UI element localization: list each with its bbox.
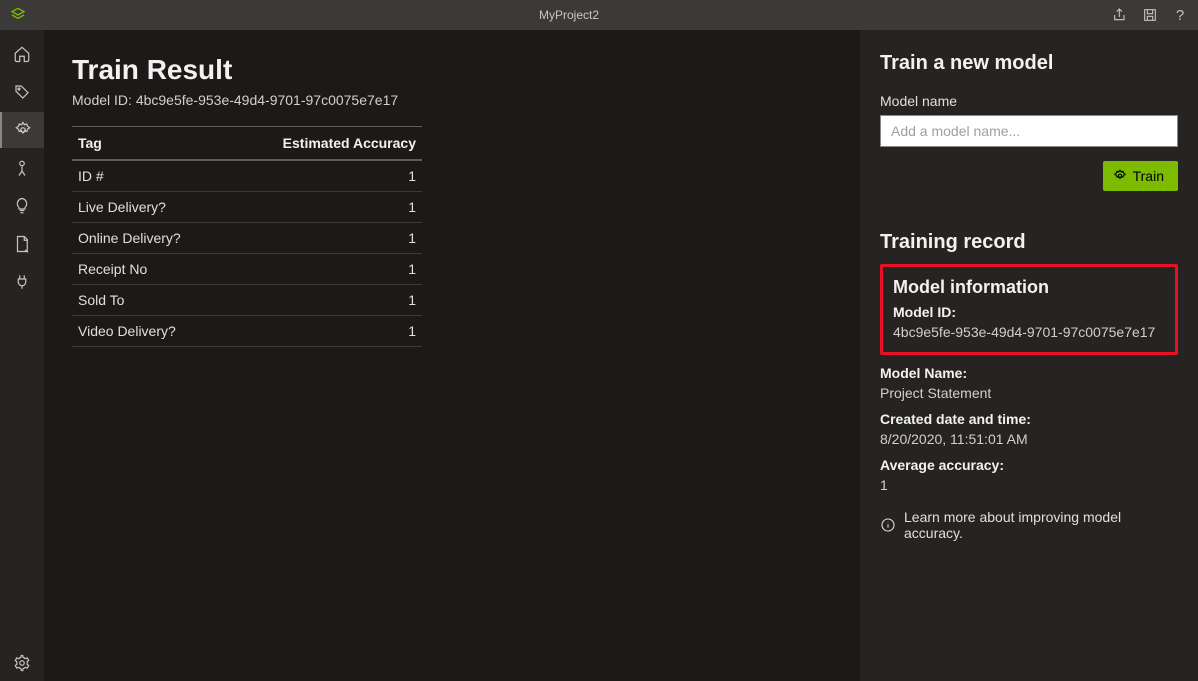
table-row: Sold To1 — [72, 285, 422, 316]
training-record-title: Training record — [880, 231, 1178, 254]
model-name-input[interactable] — [880, 115, 1178, 147]
learn-more-text: Learn more about improving model accurac… — [904, 509, 1178, 541]
sidebar — [0, 30, 44, 681]
cell-tag: Live Delivery? — [72, 192, 226, 223]
model-name-kv-label: Model Name: — [880, 365, 1178, 381]
plug-icon — [13, 273, 31, 291]
cell-tag: Online Delivery? — [72, 223, 226, 254]
avg-accuracy-value: 1 — [880, 477, 1178, 493]
gear-badge-icon — [1113, 169, 1127, 183]
cell-tag: ID # — [72, 160, 226, 192]
sidebar-item-settings[interactable] — [0, 645, 44, 681]
model-id-prefix: Model ID: — [72, 92, 136, 108]
tag-icon — [13, 83, 31, 101]
model-id-line: Model ID: 4bc9e5fe-953e-49d4-9701-97c007… — [72, 92, 832, 108]
created-value: 8/20/2020, 11:51:01 AM — [880, 431, 1178, 447]
lightbulb-icon — [13, 197, 31, 215]
train-button[interactable]: Train — [1103, 161, 1178, 191]
sidebar-item-home[interactable] — [0, 36, 44, 72]
table-row: Receipt No1 — [72, 254, 422, 285]
table-row: Online Delivery?1 — [72, 223, 422, 254]
model-id-label: Model ID: — [893, 304, 1165, 320]
train-new-model-title: Train a new model — [880, 52, 1178, 75]
settings-icon — [13, 654, 31, 672]
table-row: ID #1 — [72, 160, 422, 192]
sidebar-item-analyze[interactable] — [0, 188, 44, 224]
model-name-kv-value: Project Statement — [880, 385, 1178, 401]
sidebar-item-connections[interactable] — [0, 264, 44, 300]
content-area: Train Result Model ID: 4bc9e5fe-953e-49d… — [44, 30, 860, 681]
col-header-tag: Tag — [72, 127, 226, 161]
help-icon[interactable]: ? — [1172, 7, 1188, 23]
cell-accuracy: 1 — [226, 160, 422, 192]
sidebar-item-document[interactable] — [0, 226, 44, 262]
result-table: Tag Estimated Accuracy ID #1 Live Delive… — [72, 126, 422, 347]
cell-accuracy: 1 — [226, 223, 422, 254]
cell-accuracy: 1 — [226, 316, 422, 347]
person-icon — [13, 159, 31, 177]
avg-accuracy-label: Average accuracy: — [880, 457, 1178, 473]
cell-tag: Video Delivery? — [72, 316, 226, 347]
model-information-title: Model information — [893, 277, 1165, 298]
model-information-box: Model information Model ID: 4bc9e5fe-953… — [880, 264, 1178, 355]
page-title: Train Result — [72, 54, 832, 86]
save-icon[interactable] — [1142, 7, 1158, 23]
gear-badge-icon — [14, 121, 32, 139]
cell-tag: Receipt No — [72, 254, 226, 285]
learn-more-link[interactable]: Learn more about improving model accurac… — [880, 509, 1178, 541]
table-row: Video Delivery?1 — [72, 316, 422, 347]
table-row: Live Delivery?1 — [72, 192, 422, 223]
sidebar-item-compose[interactable] — [0, 150, 44, 186]
info-icon — [880, 517, 896, 533]
app-logo-icon — [10, 7, 26, 23]
model-id-value: 4bc9e5fe-953e-49d4-9701-97c0075e7e17 — [893, 324, 1165, 340]
train-button-label: Train — [1133, 168, 1164, 184]
document-icon — [13, 235, 31, 253]
share-icon[interactable] — [1112, 7, 1128, 23]
cell-tag: Sold To — [72, 285, 226, 316]
cell-accuracy: 1 — [226, 192, 422, 223]
cell-accuracy: 1 — [226, 254, 422, 285]
titlebar: MyProject2 ? — [0, 0, 1198, 30]
home-icon — [13, 45, 31, 63]
sidebar-item-tags[interactable] — [0, 74, 44, 110]
col-header-accuracy: Estimated Accuracy — [226, 127, 422, 161]
model-name-label: Model name — [880, 93, 1178, 109]
sidebar-item-train[interactable] — [0, 112, 44, 148]
created-label: Created date and time: — [880, 411, 1178, 427]
project-title: MyProject2 — [26, 8, 1112, 22]
cell-accuracy: 1 — [226, 285, 422, 316]
model-id-value: 4bc9e5fe-953e-49d4-9701-97c0075e7e17 — [136, 92, 398, 108]
right-panel: Train a new model Model name Train Train… — [860, 30, 1198, 681]
